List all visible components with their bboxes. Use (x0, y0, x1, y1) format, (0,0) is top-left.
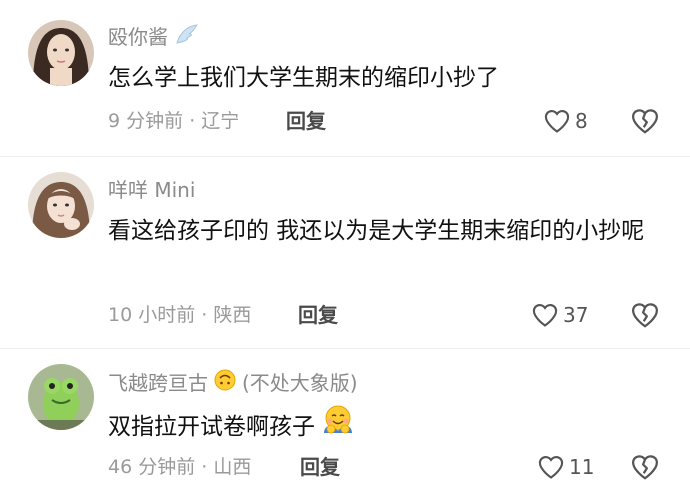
like-count: 37 (563, 303, 589, 327)
like-button[interactable]: 11 (537, 452, 594, 482)
broken-heart-icon (631, 109, 659, 134)
like-count: 8 (575, 109, 588, 133)
broken-heart-icon (631, 455, 659, 480)
username[interactable]: 飞越跨亘古 (不处大象版) (108, 369, 358, 397)
separator: · (201, 304, 214, 326)
comment-text: 看这给孩子印的 我还以为是大学生期末缩印的小抄呢 (108, 218, 645, 244)
reply-button[interactable]: 回复 (298, 302, 338, 328)
comment-time: 9 分钟前 (108, 110, 184, 132)
comment-time: 46 分钟前 (108, 456, 196, 478)
heart-icon (532, 304, 558, 327)
reply-button[interactable]: 回复 (286, 108, 326, 134)
comment-text: 双指拉开试卷啊孩子 (108, 403, 668, 450)
separator: · (201, 456, 214, 478)
avatar[interactable] (28, 20, 94, 86)
upside-down-face-emoji (214, 369, 236, 397)
comment-meta: 46 分钟前 · 山西 (108, 454, 251, 480)
like-button[interactable]: 37 (531, 300, 588, 330)
comment-location: 陕西 (213, 304, 252, 326)
comment-location: 辽宁 (201, 110, 240, 132)
broken-heart-icon (631, 303, 659, 328)
username[interactable]: 殴你酱 (108, 23, 200, 51)
comment-meta: 9 分钟前 · 辽宁 (108, 108, 239, 134)
dislike-button[interactable] (630, 452, 660, 482)
like-count: 11 (569, 455, 595, 479)
divider (0, 156, 690, 157)
wing-icon (174, 23, 200, 51)
comment-location: 山西 (213, 456, 252, 478)
avatar[interactable] (28, 172, 94, 238)
avatar[interactable] (28, 364, 94, 430)
like-button[interactable]: 8 (543, 106, 588, 136)
reply-button[interactable]: 回复 (300, 454, 340, 480)
heart-icon (544, 110, 570, 133)
heart-icon (538, 456, 564, 479)
dislike-button[interactable] (630, 300, 660, 330)
username-text[interactable]: 殴你酱 (108, 24, 168, 50)
divider (0, 348, 690, 349)
comment-meta: 10 小时前 · 陕西 (108, 302, 251, 328)
comment-text-content: 双指拉开试卷啊孩子 (108, 413, 315, 440)
username[interactable]: 咩咩 Mini (108, 177, 195, 203)
separator: · (189, 110, 202, 132)
dislike-button[interactable] (630, 106, 660, 136)
username-text[interactable]: 飞越跨亘古 (108, 370, 208, 396)
comment-text: 怎么学上我们大学生期末的缩印小抄了 (108, 65, 499, 91)
comment-time: 10 小时前 (108, 304, 196, 326)
hugging-emoji (321, 403, 355, 450)
username-suffix: (不处大象版) (242, 371, 358, 395)
username-text[interactable]: 咩咩 Mini (108, 177, 195, 203)
